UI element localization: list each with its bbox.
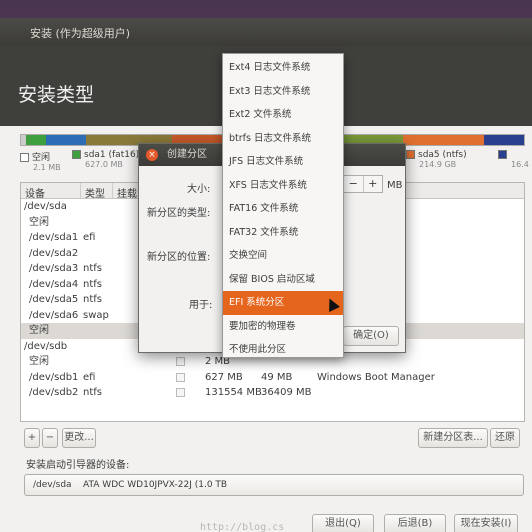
partition-bar-segment	[26, 135, 47, 145]
row-system: Windows Boot Manager	[317, 371, 435, 383]
row-device: /dev/sda1	[29, 232, 79, 243]
column-header-device[interactable]: 设备	[21, 183, 81, 200]
decrease-size-button[interactable]: −	[344, 176, 363, 192]
menu-item[interactable]: FAT32 文件系统	[223, 221, 343, 245]
menu-item[interactable]: Ext3 日志文件系统	[223, 80, 343, 104]
row-device: /dev/sda5	[29, 294, 79, 305]
menu-item[interactable]: btrfs 日志文件系统	[223, 127, 343, 151]
column-header-type[interactable]: 类型	[81, 183, 113, 200]
row-type: swap	[83, 309, 109, 321]
row-device: /dev/sdb	[24, 340, 68, 352]
menu-item[interactable]: Ext2 文件系统	[223, 103, 343, 127]
menu-item[interactable]: XFS 日志文件系统	[223, 174, 343, 198]
row-used: 49 MB	[261, 371, 293, 383]
row-device: /dev/sdb1	[29, 371, 79, 383]
window-title: 安装 (作为超级用户)	[30, 27, 131, 40]
format-checkbox[interactable]	[176, 372, 185, 382]
use-as-dropdown-menu[interactable]: Ext4 日志文件系统 Ext3 日志文件系统 Ext2 文件系统 btrfs 日志文…	[222, 53, 344, 358]
menu-item[interactable]: JFS 日志文件系统	[223, 150, 343, 174]
boot-loader-device-select[interactable]: /dev/sda ATA WDC WD10JPVX-22J (1.0 TB	[24, 474, 524, 496]
format-checkbox[interactable]	[176, 388, 185, 397]
legend-size: 627.0 MB	[85, 160, 123, 169]
menu-item[interactable]: FAT16 文件系统	[223, 197, 343, 221]
legend-size: 2.1 MB	[33, 163, 61, 172]
menu-item[interactable]: 要加密的物理卷	[223, 315, 343, 339]
table-row[interactable]: /dev/sdb1 efi 627 MB 49 MB Windows Boot Mana…	[21, 370, 524, 386]
row-type: ntfs	[83, 263, 102, 274]
boot-device-path: /dev/sda	[33, 480, 72, 490]
row-device: /dev/sda6	[29, 309, 79, 321]
row-device: /dev/sda2	[29, 247, 79, 259]
partition-type-label: 新分区的类型:	[147, 208, 211, 219]
legend-item: 16.4	[498, 150, 529, 169]
remove-partition-button[interactable]: −	[42, 428, 58, 448]
legend-item: 空闲 2.1 MB	[20, 150, 61, 172]
partition-bar-segment	[483, 135, 524, 145]
menu-item[interactable]: Ext4 日志文件系统	[223, 56, 343, 80]
partition-table-toolbar: + − 更改... 新建分区表... 还原	[20, 428, 525, 448]
revert-button[interactable]: 还原	[490, 428, 520, 448]
partition-bar-segment	[46, 135, 87, 145]
legend-swatch	[498, 150, 507, 159]
menu-item[interactable]: 不使用此分区	[223, 338, 343, 362]
format-checkbox[interactable]	[176, 357, 185, 366]
back-button[interactable]: 后退(B)	[384, 514, 446, 532]
row-device: /dev/sda4	[29, 278, 79, 290]
legend-swatch	[406, 150, 415, 159]
row-device: /dev/sdb2	[29, 387, 79, 398]
increase-size-button[interactable]: +	[362, 176, 383, 192]
legend-item: sda1 (fat16) 627.0 MB	[72, 150, 139, 169]
legend-size: 214.9 GB	[419, 160, 457, 169]
row-device: /dev/sda	[24, 201, 67, 212]
menu-item[interactable]: 保留 BIOS 启动区域	[223, 268, 343, 292]
blog-watermark: http://blog.cs	[200, 522, 285, 532]
size-stepper[interactable]: − +	[343, 175, 383, 193]
page-title: 安装类型	[18, 84, 95, 106]
ok-button[interactable]: 确定(O)	[343, 326, 399, 346]
size-label: 大小:	[187, 184, 211, 195]
row-type: ntfs	[83, 278, 102, 290]
boot-loader-label: 安装启动引导器的设备:	[26, 460, 130, 471]
row-type: ntfs	[83, 387, 102, 398]
change-partition-button[interactable]: 更改...	[62, 428, 96, 448]
row-device: 空闲	[29, 325, 49, 336]
menu-item[interactable]: 交换空间	[223, 244, 343, 268]
row-type: efi	[83, 232, 96, 243]
window-titlebar[interactable]: 安装 (作为超级用户)	[0, 18, 532, 46]
row-type: efi	[83, 371, 96, 383]
row-size: 131554 MB	[205, 387, 262, 398]
row-type: ntfs	[83, 294, 102, 305]
close-icon[interactable]: ×	[146, 149, 158, 161]
row-size: 627 MB	[205, 371, 243, 383]
partition-location-label: 新分区的位置:	[147, 252, 211, 263]
row-used: 36409 MB	[261, 387, 312, 398]
size-unit-label: MB	[387, 180, 403, 191]
legend-item: sda5 (ntfs) 214.9 GB	[406, 150, 467, 169]
legend-name: 空闲	[32, 153, 51, 163]
legend-swatch	[72, 150, 81, 159]
row-device: /dev/sda3	[29, 263, 79, 274]
partition-bar-segment	[403, 135, 484, 145]
use-as-label: 用于:	[189, 300, 213, 311]
quit-button[interactable]: 退出(Q)	[312, 514, 374, 532]
legend-name: sda1 (fat16)	[84, 150, 140, 160]
row-device: 空闲	[29, 356, 49, 367]
legend-name: sda5 (ntfs)	[418, 150, 467, 160]
new-partition-table-button[interactable]: 新建分区表...	[418, 428, 488, 448]
table-row[interactable]: /dev/sdb2 ntfs 131554 MB 36409 MB	[21, 385, 524, 401]
legend-swatch	[20, 153, 29, 162]
add-partition-button[interactable]: +	[24, 428, 40, 448]
boot-device-description: ATA WDC WD10JPVX-22J (1.0 TB	[83, 480, 228, 490]
legend-size: 16.4	[511, 160, 529, 169]
row-device: 空闲	[29, 216, 49, 228]
install-now-button[interactable]: 现在安装(I)	[454, 514, 518, 532]
dialog-title: 创建分区	[167, 149, 207, 160]
